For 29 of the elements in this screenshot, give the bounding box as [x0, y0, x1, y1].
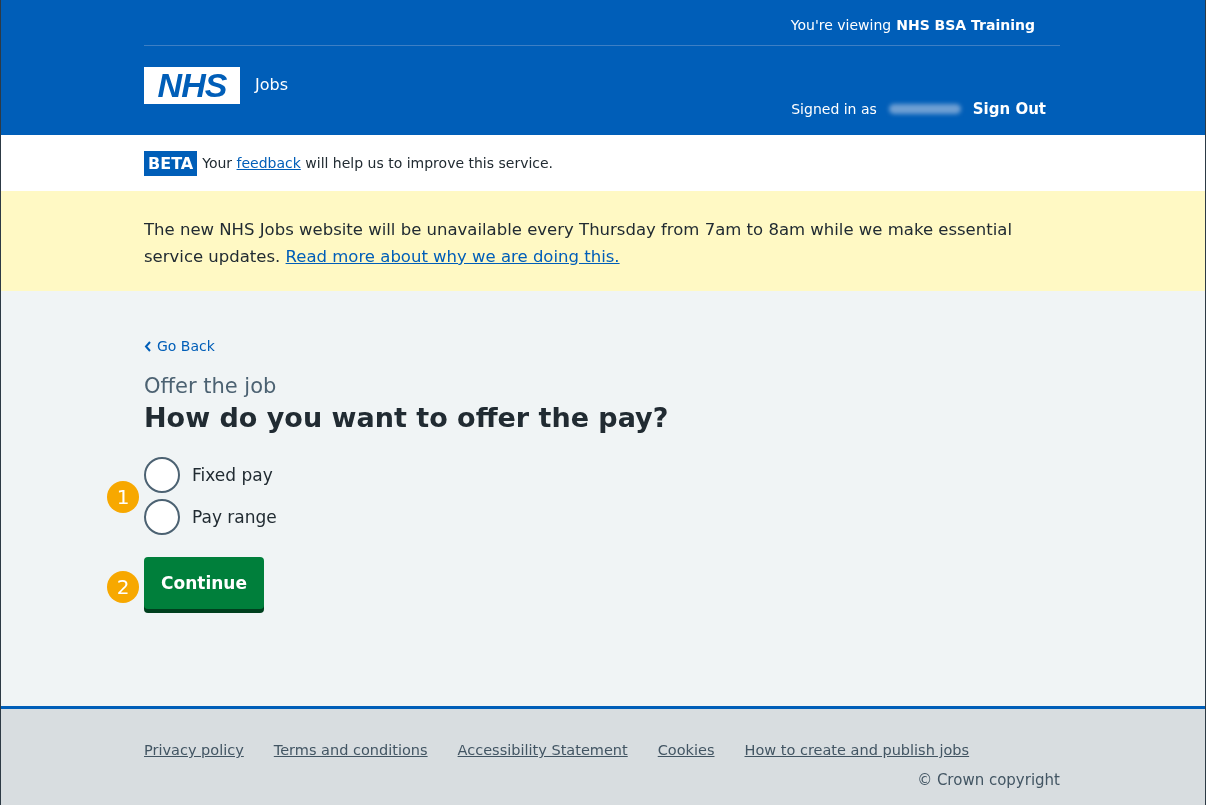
- page-caption: Offer the job: [144, 374, 278, 398]
- footer-link[interactable]: Terms and conditions: [273, 742, 428, 758]
- page-heading: How do you want to offer the pay?: [144, 402, 670, 433]
- nhs-logo[interactable]: NHS: [144, 67, 240, 104]
- radio-button[interactable]: [144, 499, 180, 535]
- signed-in-text: Signed in as: [791, 101, 877, 117]
- footer-link[interactable]: How to create and publish jobs: [744, 742, 970, 758]
- option-label: Fixed pay: [192, 465, 273, 485]
- go-back-link[interactable]: Go Back: [144, 338, 215, 354]
- copyright-text: © Crown copyright: [916, 771, 1060, 789]
- callout-badge: 2: [107, 571, 139, 603]
- option-label: Pay range: [192, 507, 277, 527]
- beta-message: Your feedback will help us to improve this service.: [202, 155, 554, 171]
- radio-option[interactable]: Fixed pay: [144, 457, 273, 493]
- viewing-text: You're viewing: [790, 17, 892, 35]
- callout-badge: 1: [107, 481, 139, 513]
- radio-option[interactable]: Pay range: [144, 499, 277, 535]
- read-more-link[interactable]: Read more about why we are doing this.: [285, 247, 620, 266]
- organisation-name: NHS BSA Training: [896, 17, 1035, 35]
- service-notice: The new NHS Jobs website will be unavailable every Thursday from 7am to 8am while we make essential service updates. Read more about why we are doing this.: [144, 220, 1012, 266]
- chevron-left-icon: [144, 340, 151, 352]
- footer-link[interactable]: Accessibility Statement: [457, 742, 628, 758]
- radio-button[interactable]: [144, 457, 180, 493]
- service-name: Jobs: [255, 75, 288, 94]
- footer-link[interactable]: Cookies: [657, 742, 715, 758]
- footer-link[interactable]: Privacy policy: [144, 742, 244, 758]
- feedback-link[interactable]: feedback: [236, 155, 301, 171]
- sign-out-link[interactable]: Sign Out: [972, 100, 1046, 118]
- beta-tag: BETA: [144, 150, 198, 176]
